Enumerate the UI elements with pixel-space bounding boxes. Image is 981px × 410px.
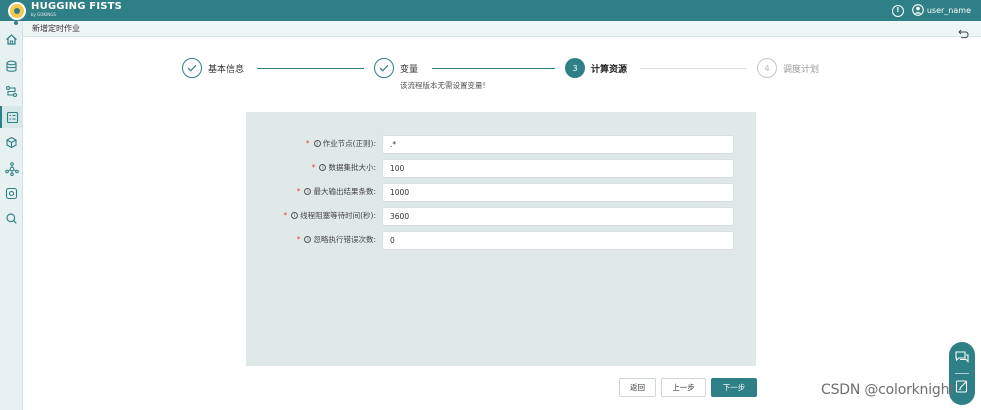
watermark-text: CSDN @colorknight (821, 382, 955, 398)
step-label: 基本信息 (208, 64, 245, 75)
return-icon[interactable] (958, 24, 969, 43)
field-label: 数据集批大小: (328, 163, 376, 172)
step-number: 4 (757, 58, 777, 78)
step-schedule: 4 调度计划 (757, 58, 819, 78)
ignore-errors-input[interactable] (382, 231, 734, 250)
prev-step-button[interactable]: 上一步 (661, 378, 706, 397)
form-row-job-node: * i 作业节点(正则): (246, 135, 756, 154)
step-check-icon (374, 58, 394, 78)
database-icon[interactable] (3, 58, 20, 75)
info-icon[interactable]: i (313, 140, 321, 147)
user-menu[interactable]: user_name (912, 3, 971, 18)
step-check-icon (182, 58, 202, 78)
step-connector-3 (640, 68, 747, 69)
floating-divider (955, 373, 969, 374)
required-mark: * (311, 163, 316, 172)
info-icon[interactable]: i (291, 212, 299, 219)
field-label: 忽略执行错误次数: (313, 235, 376, 244)
page-title: 新增定时作业 (32, 24, 80, 33)
info-icon[interactable]: i (304, 188, 312, 195)
search-icon[interactable] (3, 210, 20, 227)
step-compute-resources: 3 计算资源 (565, 58, 627, 78)
step-label: 计算资源 (591, 64, 628, 75)
form-row-max-output: * i 最大输出结果条数: (246, 183, 756, 202)
logo-icon[interactable] (8, 2, 26, 20)
step-basic-info: 基本信息 (182, 58, 244, 78)
settings-icon[interactable] (3, 185, 20, 202)
required-mark: * (283, 211, 288, 220)
breadcrumb-bar: 新增定时作业 (23, 21, 981, 39)
required-mark: * (296, 235, 301, 244)
cube-icon[interactable] (3, 134, 20, 151)
chat-icon[interactable] (954, 350, 970, 369)
sidebar-indicator-dot (14, 21, 18, 25)
back-button[interactable]: 返回 (619, 378, 656, 397)
cluster-icon[interactable] (3, 160, 20, 177)
info-icon[interactable]: ! (891, 4, 904, 17)
field-label: 最大输出结果条数: (313, 187, 376, 196)
user-icon (912, 3, 924, 18)
sidebar (0, 21, 23, 410)
form-row-ignore-errors: * i 忽略执行错误次数: (246, 231, 756, 250)
brand-subtitle: by GOKINGS (31, 12, 56, 17)
info-icon[interactable]: i (319, 164, 327, 171)
step-description: 该流程版本无需设置变量! (400, 81, 486, 90)
field-label: 线程阻塞等待时间(秒): (300, 211, 376, 220)
user-name: user_name (926, 6, 971, 15)
field-label: 作业节点(正则): (322, 139, 376, 148)
step-connector-1 (257, 68, 364, 69)
step-label: 调度计划 (783, 64, 820, 75)
next-step-button[interactable]: 下一步 (711, 378, 757, 397)
thread-wait-input[interactable] (382, 207, 734, 226)
flow-icon[interactable] (3, 83, 20, 100)
required-mark: * (296, 187, 301, 196)
job-node-input[interactable] (382, 135, 734, 154)
compute-form-panel: *i作业节点(正则): *i数据集批大小: *i最大输出结果条数: *i线程阻塞… (246, 112, 756, 366)
home-icon[interactable] (3, 31, 20, 48)
top-right-tools: ! user_name (891, 3, 971, 18)
step-variables: 变量 (374, 58, 418, 78)
form-row-thread-wait: * i 线程阻塞等待时间(秒): (246, 207, 756, 226)
task-list-icon[interactable] (0, 106, 23, 128)
batch-size-input[interactable] (382, 159, 734, 178)
step-connector-2 (432, 68, 555, 69)
step-number: 3 (565, 58, 585, 78)
brand-name: HUGGING FISTS (31, 1, 123, 12)
step-label: 变量 (400, 64, 419, 75)
max-output-input[interactable] (382, 183, 734, 202)
top-bar: HUGGING FISTS by GOKINGS ! user_name (0, 0, 981, 21)
info-icon[interactable]: i (304, 236, 312, 243)
form-row-batch-size: * i 数据集批大小: (246, 159, 756, 178)
required-mark: * (305, 139, 310, 148)
feedback-icon[interactable] (955, 379, 969, 398)
